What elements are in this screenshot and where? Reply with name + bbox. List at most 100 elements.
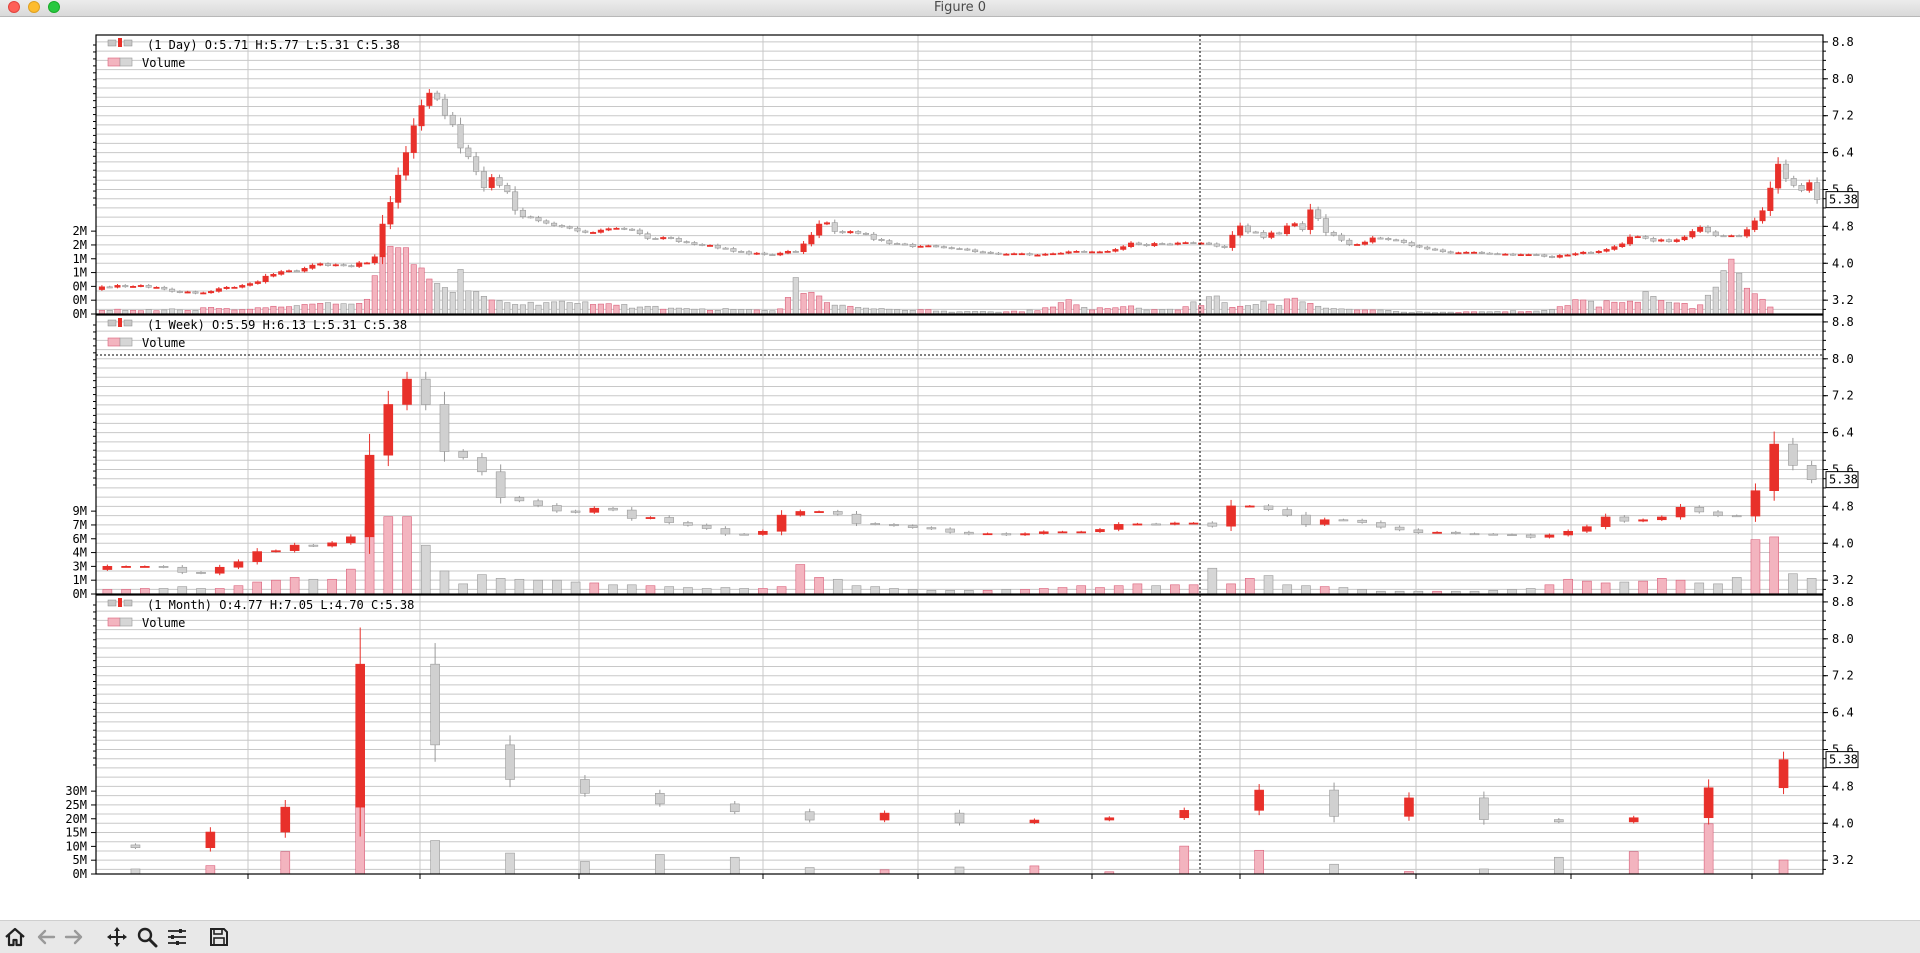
volume-bar — [738, 309, 745, 315]
volume-bar — [644, 305, 651, 315]
candle-body — [270, 274, 277, 277]
candle-body — [308, 544, 319, 547]
volume-bar — [402, 516, 412, 595]
candle-body — [1207, 522, 1218, 527]
volume-bar — [720, 587, 731, 595]
candle-body — [589, 507, 600, 513]
volume-bar — [1151, 585, 1161, 595]
candle-body — [214, 566, 225, 574]
price-tick-label: 4.0 — [1832, 536, 1854, 550]
candle-body — [346, 536, 356, 544]
home-button[interactable] — [3, 925, 27, 949]
back-button[interactable] — [34, 925, 58, 949]
candle-body — [355, 663, 365, 808]
volume-bar — [1229, 307, 1236, 315]
volume-bar — [1050, 306, 1057, 315]
volume-bar — [1207, 567, 1218, 595]
volume-bar — [176, 309, 183, 315]
volume-bar — [1626, 300, 1634, 315]
volume-bar — [356, 303, 363, 315]
candle-body — [1408, 242, 1415, 247]
candle-body — [1751, 220, 1758, 230]
volume-bar — [1244, 578, 1255, 595]
candle-body — [597, 229, 604, 233]
volume-bar — [1096, 307, 1103, 315]
volume-bar — [512, 304, 519, 315]
price-tick-label: 3.2 — [1832, 293, 1854, 307]
candle-body — [1190, 242, 1197, 245]
candle-body — [457, 124, 464, 149]
volume-bar — [1113, 585, 1124, 595]
zoom-button[interactable] — [135, 925, 159, 949]
legend-candle-up-swatch — [118, 598, 122, 607]
candle-body — [945, 528, 955, 533]
candle-body — [233, 561, 244, 568]
candle-body — [925, 245, 932, 248]
volume-tick-label: 25M — [65, 798, 87, 812]
candle-body — [655, 792, 665, 805]
volume-bar — [1081, 307, 1088, 315]
volume-bar — [496, 300, 503, 315]
candle-body — [1081, 250, 1088, 253]
candle-body — [480, 171, 487, 188]
candle-body — [1502, 253, 1509, 256]
volume-bar — [426, 278, 433, 315]
candle-body — [626, 509, 637, 519]
candle-body — [1439, 249, 1446, 253]
volume-bar — [683, 587, 693, 595]
pan-button[interactable] — [105, 925, 129, 949]
last-price-label: 5.38 — [1829, 193, 1858, 207]
chart-canvas[interactable]: 8.88.07.26.45.64.84.03.20M0M0M1M1M2M2M(1… — [0, 17, 1920, 920]
candle-body — [1507, 534, 1517, 537]
configure-subplots-button[interactable] — [165, 925, 189, 949]
volume-bar — [293, 305, 300, 315]
candle-body — [964, 248, 971, 251]
volume-bar — [1704, 294, 1711, 315]
volume-bar — [1582, 580, 1592, 595]
candle-body — [870, 233, 877, 240]
candle-body — [496, 177, 503, 186]
candle-body — [420, 378, 431, 405]
volume-bar — [1338, 587, 1349, 595]
candle-body — [1132, 523, 1143, 526]
volume-bar — [589, 582, 600, 595]
volume-bar — [418, 267, 425, 315]
save-button[interactable] — [207, 925, 231, 949]
candle-body — [745, 251, 753, 255]
volume-bar — [285, 306, 293, 315]
candle-body — [1188, 522, 1199, 525]
price-tick-label: 6.4 — [1832, 426, 1854, 440]
volume-bar — [270, 305, 277, 315]
price-tick-label: 4.8 — [1832, 499, 1854, 513]
volume-bar — [1694, 582, 1705, 595]
candle-body — [418, 105, 425, 127]
candle-body — [1413, 529, 1424, 533]
candle-body — [1463, 251, 1470, 254]
candle-body — [1038, 531, 1049, 534]
candle-body — [1743, 229, 1750, 237]
volume-bar — [894, 309, 901, 315]
candle-body — [1533, 254, 1540, 257]
candle-body — [1713, 511, 1723, 516]
volume-bar — [1657, 578, 1667, 595]
candle-body — [1806, 465, 1817, 480]
zoom-icon — [137, 927, 158, 948]
forward-button[interactable] — [62, 925, 86, 949]
candle-body — [1450, 531, 1461, 534]
candle-body — [1689, 231, 1696, 238]
candle-body — [1182, 242, 1189, 245]
candle-body — [1263, 505, 1274, 510]
candle-body — [340, 264, 347, 267]
candle-body — [280, 806, 291, 833]
volume-bar — [626, 584, 637, 595]
volume-bar — [495, 578, 506, 595]
volume-tick-label: 0M — [73, 293, 87, 307]
price-tick-label: 7.2 — [1832, 669, 1854, 683]
volume-bar — [1166, 308, 1174, 315]
volume-bar — [1628, 851, 1639, 875]
volume-bar — [465, 290, 472, 315]
legend: (1 Month) O:4.77 H:7.05 L:4.70 C:5.38 Vol… — [107, 598, 414, 630]
volume-bar — [1563, 578, 1573, 595]
candle-body — [1657, 516, 1667, 521]
volume-bar — [458, 583, 469, 595]
